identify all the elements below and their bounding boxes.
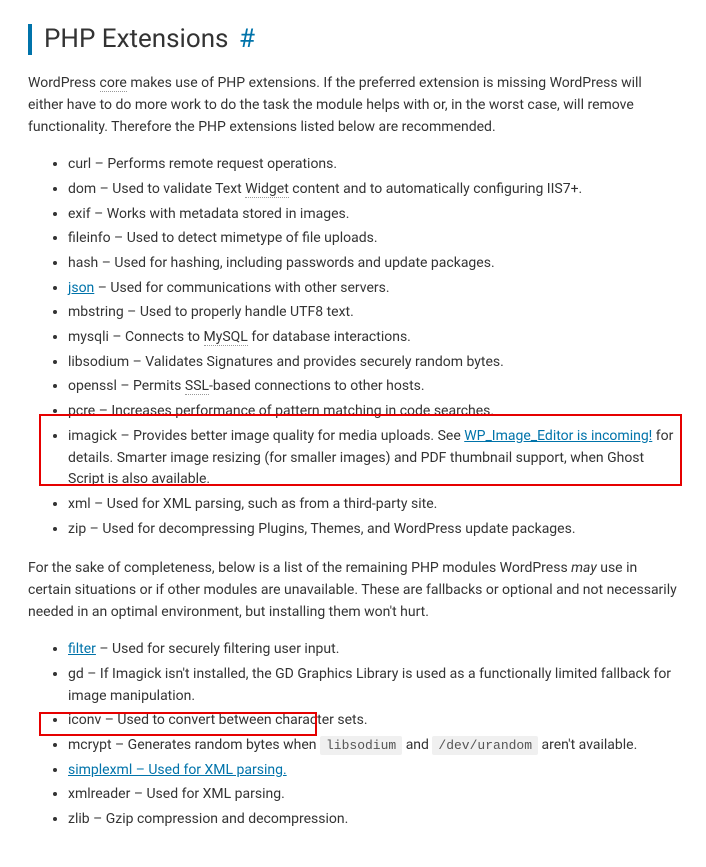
wp-image-editor-link[interactable]: WP_Image_Editor is incoming! <box>464 428 652 444</box>
text: openssl – Permits <box>68 378 185 394</box>
list-item: xml – Used for XML parsing, such as from… <box>68 494 678 516</box>
list-item: mysqli – Connects to MySQL for database … <box>68 327 678 349</box>
list-item: pcre – Increases performance of pattern … <box>68 401 678 423</box>
list-item: gd – If Imagick isn't installed, the GD … <box>68 664 678 707</box>
list-item: openssl – Permits SSL-based connections … <box>68 376 678 398</box>
code-libsodium: libsodium <box>320 736 402 755</box>
list-item: zip – Used for decompressing Plugins, Th… <box>68 519 678 541</box>
section-heading: PHP Extensions # <box>28 24 678 55</box>
list-item-simplexml: simplexml – Used for XML parsing. <box>68 760 678 782</box>
intro-paragraph: WordPress core makes use of PHP extensio… <box>28 73 678 138</box>
primary-extension-list: curl – Performs remote request operation… <box>28 154 678 540</box>
list-item: json – Used for communications with othe… <box>68 278 678 300</box>
text: content and to automatically configuring… <box>289 181 582 197</box>
heading-anchor-link[interactable]: # <box>239 24 255 54</box>
list-item: hash – Used for hashing, including passw… <box>68 253 678 275</box>
text: dom – Used to validate Text <box>68 181 245 197</box>
fallback-extension-list: filter – Used for securely filtering use… <box>28 639 678 831</box>
text: aren't available. <box>538 737 637 753</box>
glossary-ssl[interactable]: SSL <box>185 378 209 395</box>
article-body: PHP Extensions # WordPress core makes us… <box>0 0 706 867</box>
code-dev-urandom: /dev/urandom <box>432 736 538 755</box>
fallback-intro-paragraph: For the sake of completeness, below is a… <box>28 558 678 623</box>
list-item: mbstring – Used to properly handle UTF8 … <box>68 302 678 324</box>
list-item: exif – Works with metadata stored in ima… <box>68 204 678 226</box>
text: imagick – Provides better image quality … <box>68 428 464 444</box>
list-item: zlib – Gzip compression and decompressio… <box>68 809 678 831</box>
text: – Used for securely filtering user input… <box>96 641 339 657</box>
list-item: iconv – Used to convert between characte… <box>68 710 678 732</box>
json-link[interactable]: json <box>68 280 94 296</box>
text: and <box>402 737 432 753</box>
text: mcrypt – Generates random bytes when <box>68 737 320 753</box>
list-item: mcrypt – Generates random bytes when lib… <box>68 735 678 757</box>
text: mysqli – Connects to <box>68 329 204 345</box>
list-item: xmlreader – Used for XML parsing. <box>68 784 678 806</box>
list-item: curl – Performs remote request operation… <box>68 154 678 176</box>
list-item-imagick: imagick – Provides better image quality … <box>68 426 678 491</box>
text: WordPress <box>28 75 100 91</box>
simplexml-link[interactable]: simplexml – Used for XML parsing. <box>68 762 287 778</box>
heading-text: PHP Extensions <box>44 24 228 54</box>
filter-link[interactable]: filter <box>68 641 96 657</box>
list-item: libsodium – Validates Signatures and pro… <box>68 352 678 374</box>
text: -based connections to other hosts. <box>209 378 425 394</box>
text: – Used for communications with other ser… <box>94 280 389 296</box>
list-item: fileinfo – Used to detect mimetype of fi… <box>68 228 678 250</box>
list-item: filter – Used for securely filtering use… <box>68 639 678 661</box>
list-item: dom – Used to validate Text Widget conte… <box>68 179 678 201</box>
glossary-core[interactable]: core <box>100 75 127 92</box>
text: for database interactions. <box>248 329 411 345</box>
glossary-mysql[interactable]: MySQL <box>204 329 248 346</box>
emphasis: may <box>571 560 597 576</box>
text: For the sake of completeness, below is a… <box>28 560 571 576</box>
glossary-widget[interactable]: Widget <box>245 181 289 198</box>
